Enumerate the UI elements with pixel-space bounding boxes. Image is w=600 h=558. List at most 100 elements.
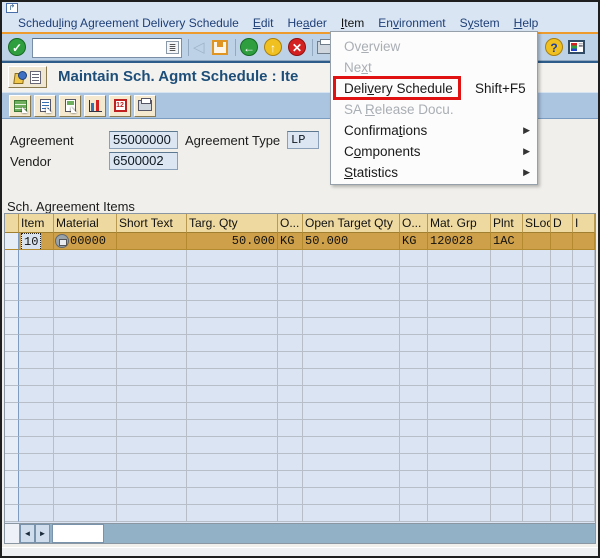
table-cell-empty[interactable] [491, 488, 523, 505]
table-cell-empty[interactable] [400, 471, 428, 488]
table-cell-empty[interactable] [400, 488, 428, 505]
table-row-empty[interactable] [5, 335, 595, 352]
table-cell-empty[interactable] [491, 437, 523, 454]
table-cell-empty[interactable] [54, 420, 117, 437]
table-row-empty[interactable] [5, 301, 595, 318]
table-cell-empty[interactable] [573, 386, 595, 403]
table-cell-empty[interactable] [400, 352, 428, 369]
table-cell-empty[interactable] [491, 369, 523, 386]
table-cell-empty[interactable] [523, 437, 551, 454]
cell-plnt[interactable]: 1AC [491, 233, 523, 250]
table-cell-empty[interactable] [54, 386, 117, 403]
table-cell-empty[interactable] [19, 352, 54, 369]
table-cell-empty[interactable] [278, 471, 303, 488]
table-cell-empty[interactable] [523, 471, 551, 488]
table-cell-empty[interactable] [428, 386, 491, 403]
table-cell-empty[interactable] [551, 471, 573, 488]
table-cell-empty[interactable] [19, 420, 54, 437]
table-cell-empty[interactable] [491, 352, 523, 369]
table-cell-empty[interactable] [573, 284, 595, 301]
table-cell-empty[interactable] [278, 369, 303, 386]
row-selector-cell[interactable] [5, 284, 19, 301]
table-cell-empty[interactable] [491, 386, 523, 403]
table-cell-empty[interactable] [523, 386, 551, 403]
table-cell-empty[interactable] [19, 318, 54, 335]
table-cell-empty[interactable] [19, 267, 54, 284]
table-cell-empty[interactable] [551, 403, 573, 420]
table-cell-empty[interactable] [278, 352, 303, 369]
table-cell-empty[interactable] [117, 488, 187, 505]
table-cell-empty[interactable] [400, 454, 428, 471]
column-header-item[interactable]: Item [19, 214, 54, 233]
table-cell-empty[interactable] [303, 301, 400, 318]
table-cell-empty[interactable] [400, 386, 428, 403]
table-cell-empty[interactable] [278, 386, 303, 403]
row-selector-cell[interactable] [5, 250, 19, 267]
table-cell-empty[interactable] [117, 352, 187, 369]
table-cell-empty[interactable] [187, 369, 278, 386]
exit-button[interactable]: ↑ [264, 37, 282, 57]
menu-help[interactable]: Help [514, 16, 539, 30]
row-selector-cell[interactable] [5, 318, 19, 335]
delivery-schedule-dates-button[interactable]: 12 [109, 95, 131, 117]
table-cell-empty[interactable] [573, 335, 595, 352]
table-cell-empty[interactable] [54, 318, 117, 335]
table-cell-empty[interactable] [523, 335, 551, 352]
table-cell-empty[interactable] [400, 403, 428, 420]
table-cell-empty[interactable] [19, 505, 54, 522]
table-cell-empty[interactable] [19, 250, 54, 267]
item-overview-button[interactable] [34, 95, 56, 117]
table-row-empty[interactable] [5, 318, 595, 335]
table-cell-empty[interactable] [573, 471, 595, 488]
table-cell-empty[interactable] [573, 403, 595, 420]
table-cell-empty[interactable] [54, 488, 117, 505]
table-row-empty[interactable] [5, 250, 595, 267]
table-cell-empty[interactable] [400, 420, 428, 437]
column-header-short-text[interactable]: Short Text [117, 214, 187, 233]
save-button[interactable] [212, 37, 228, 57]
table-cell-empty[interactable] [54, 454, 117, 471]
row-selector-cell[interactable] [5, 352, 19, 369]
cell-targ-qty[interactable]: 50.000 [187, 233, 278, 250]
column-header-sloc[interactable]: SLoc [523, 214, 551, 233]
table-cell-empty[interactable] [573, 250, 595, 267]
cancel-button[interactable]: ✕ [288, 37, 306, 57]
table-cell-empty[interactable] [117, 471, 187, 488]
table-cell-empty[interactable] [573, 420, 595, 437]
table-cell-empty[interactable] [278, 437, 303, 454]
table-cell-empty[interactable] [523, 420, 551, 437]
column-header-material[interactable]: Material [54, 214, 117, 233]
table-cell-empty[interactable] [491, 505, 523, 522]
cell-item[interactable]: 10 [19, 233, 54, 250]
selector-column-header[interactable] [5, 214, 19, 233]
table-cell-empty[interactable] [19, 386, 54, 403]
customize-layout-button[interactable] [568, 37, 585, 57]
row-selector-cell[interactable] [5, 386, 19, 403]
table-cell-empty[interactable] [19, 301, 54, 318]
table-cell-empty[interactable] [117, 403, 187, 420]
table-cell-empty[interactable] [278, 301, 303, 318]
cell-d[interactable] [551, 233, 573, 250]
table-cell-empty[interactable] [187, 335, 278, 352]
table-cell-empty[interactable] [551, 250, 573, 267]
table-cell-empty[interactable] [523, 318, 551, 335]
table-cell-empty[interactable] [117, 386, 187, 403]
table-cell-empty[interactable] [303, 505, 400, 522]
column-header-open-target-qty[interactable]: Open Target Qty [303, 214, 400, 233]
print-preview-button[interactable] [134, 95, 156, 117]
table-cell-empty[interactable] [551, 437, 573, 454]
menu-scheduling-agreement-delivery-schedule[interactable]: Scheduling Agreement Delivery Schedule [18, 16, 239, 30]
table-cell-empty[interactable] [551, 335, 573, 352]
table-row-empty[interactable] [5, 488, 595, 505]
table-cell-empty[interactable] [428, 505, 491, 522]
item-details-button[interactable] [9, 95, 31, 117]
table-cell-empty[interactable] [428, 420, 491, 437]
table-cell-empty[interactable] [54, 284, 117, 301]
table-cell-empty[interactable] [428, 250, 491, 267]
table-cell-empty[interactable] [551, 488, 573, 505]
table-cell-empty[interactable] [278, 454, 303, 471]
row-selector-cell[interactable] [5, 369, 19, 386]
table-cell-empty[interactable] [523, 454, 551, 471]
table-cell-empty[interactable] [117, 369, 187, 386]
table-row-empty[interactable] [5, 505, 595, 522]
